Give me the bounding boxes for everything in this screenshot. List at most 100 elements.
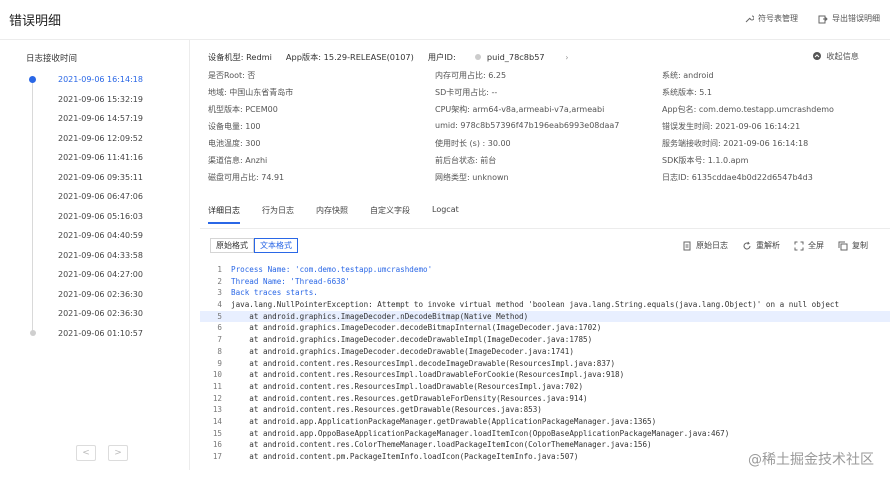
fullscreen-button[interactable]: 全屏 [794,240,824,251]
user-arrow-icon[interactable]: › [565,52,568,62]
timeline-item[interactable]: 2021-09-06 02:36:30 [10,304,190,324]
copy-icon [838,241,848,250]
timeline-item[interactable]: 2021-09-06 04:33:58 [10,246,190,266]
prev-page-button[interactable]: < [76,445,96,461]
tab-detail-log[interactable]: 详细日志 [208,205,240,224]
line-number: 6 [217,323,222,333]
code-line: 7 at android.graphics.ImageDecoder.decod… [200,334,890,346]
timeline-item-label: 2021-09-06 04:27:00 [58,270,143,280]
tab-behavior-log[interactable]: 行为日志 [262,205,294,224]
text-format-button[interactable]: 文本格式 [254,238,298,253]
timeline-item-label: 2021-09-06 04:33:58 [58,250,143,260]
raw-log-button[interactable]: 原始日志 [682,240,728,251]
info-field: 设备电量: 100 [208,122,261,131]
collapse-info-label: 收起信息 [826,51,859,61]
reparse-button[interactable]: 重解析 [742,240,780,251]
symbol-table-label: 符号表管理 [758,14,798,23]
code-line: 3 Back traces starts. [200,287,890,299]
code-line: 8 at android.graphics.ImageDecoder.decod… [200,346,890,358]
info-field: 前后台状态: 前台 [435,156,497,165]
code-text: Process Name: 'com.demo.testapp.umcrashd… [231,265,433,274]
code-toolbar: 原始日志 重解析 全屏 复制 [682,240,868,251]
code-text: Back traces starts. [231,288,318,298]
line-number: 4 [217,300,222,310]
code-text: java.lang.NullPointerException: Attempt … [231,300,840,310]
page-header: 错误明细 符号表管理 导出错误明细 [0,0,890,40]
timeline-item-label: 2021-09-06 04:40:59 [58,231,143,241]
timeline-item[interactable]: 2021-09-06 02:36:30 [10,285,190,305]
timeline-item-label: 2021-09-06 06:47:06 [58,192,143,202]
timeline-item[interactable]: 2021-09-06 01:10:57 [10,324,190,344]
timeline-item[interactable]: 2021-09-06 04:27:00 [10,265,190,285]
code-text: at android.content.res.ResourcesImpl.loa… [231,370,625,380]
timeline-item[interactable]: 2021-09-06 11:41:16 [10,148,190,168]
symbol-table-button[interactable]: 符号表管理 [744,13,798,24]
refresh-icon [743,241,751,249]
raw-format-button[interactable]: 原始格式 [210,238,254,253]
line-number: 5 [217,311,222,321]
code-text: Thread Name: 'Thread-6638' [231,276,350,286]
info-field: 地域: 中国山东省青岛市 [208,88,294,97]
line-number: 17 [212,452,222,461]
tab-memory-snapshot[interactable]: 内存快照 [316,205,348,224]
info-field: App包名: com.demo.testapp.umcrashdemo [662,105,834,114]
timeline-item[interactable]: 2021-09-06 12:09:52 [10,129,190,149]
export-icon [818,15,828,23]
info-field: umid: 978c8b57396f47b196eab6993e08daa7 [435,121,620,130]
line-number: 13 [212,405,222,415]
info-field: 错误发生时间: 2021-09-06 16:14:21 [662,122,801,131]
timeline-end-dot [29,330,36,336]
timeline-item-label: 2021-09-06 02:36:30 [58,289,143,299]
stack-trace-viewer[interactable]: 1 Process Name: 'com.demo.testapp.umcrash… [200,264,890,469]
timeline-item-label: 2021-09-06 12:09:52 [58,133,143,143]
copy-label: 复制 [852,241,868,250]
code-text: at android.content.res.ColorThemeManager… [231,440,652,450]
line-number: 9 [217,358,222,368]
line-number: 2 [217,276,222,286]
line-number: 1 [217,265,222,274]
code-text: at android.content.pm.PackageItemInfo.lo… [231,452,579,461]
timeline-item-label: 2021-09-06 15:32:19 [58,94,143,104]
line-number: 14 [212,416,222,426]
tab-logcat[interactable]: Logcat [432,205,459,224]
code-line: 6 at android.graphics.ImageDecoder.decod… [200,322,890,334]
timeline-active-dot [29,76,36,83]
timeline-item-label: 2021-09-06 14:57:19 [58,114,143,124]
info-field: 网络类型: unknown [435,173,509,182]
timeline-item[interactable]: 2021-09-06 16:14:18 [10,70,190,90]
fullscreen-icon [794,241,804,250]
tab-custom-fields[interactable]: 自定义字段 [370,205,410,224]
user-id-value[interactable]: puid_78c8b57 [487,52,545,62]
line-number: 10 [212,370,222,380]
timeline-item[interactable]: 2021-09-06 06:47:06 [10,187,190,207]
code-text: at android.content.res.Resources.getDraw… [231,405,542,415]
header-actions: 符号表管理 导出错误明细 [744,13,880,24]
info-summary: 设备机型: Redmi App版本: 15.29-RELEASE(0107) 用… [208,48,873,66]
info-field: 使用时长 (s) : 30.00 [435,139,511,148]
code-text: at android.graphics.ImageDecoder.decodeD… [231,346,574,356]
export-detail-button[interactable]: 导出错误明细 [818,13,880,24]
line-number: 7 [217,335,222,345]
copy-button[interactable]: 复制 [838,240,868,251]
info-field: 系统: android [662,71,714,80]
timeline-item[interactable]: 2021-09-06 09:35:11 [10,168,190,188]
timeline-item[interactable]: 2021-09-06 14:57:19 [10,109,190,129]
timeline-item[interactable]: 2021-09-06 15:32:19 [10,90,190,110]
code-text: at android.graphics.ImageDecoder.decodeB… [231,323,602,333]
timeline-item[interactable]: 2021-09-06 05:16:03 [10,207,190,227]
code-text: at android.graphics.ImageDecoder.nDecode… [231,311,529,321]
raw-log-label: 原始日志 [696,241,728,250]
line-number: 15 [212,428,222,438]
collapse-info-button[interactable]: 收起信息 [812,50,873,62]
next-page-button[interactable]: > [108,445,128,461]
sidebar-title: 日志接收时间 [26,54,78,64]
timeline: 2021-09-06 16:14:18 2021-09-06 15:32:19 … [10,70,190,343]
info-field: 系统版本: 5.1 [662,88,712,97]
line-number: 3 [217,288,222,298]
code-line: 11 at android.content.res.ResourcesImpl.… [200,381,890,393]
timeline-item[interactable]: 2021-09-06 04:40:59 [10,226,190,246]
code-text: at android.content.res.Resources.getDraw… [231,393,588,403]
sidebar-pager: < > [76,445,128,461]
line-number: 8 [217,346,222,356]
code-text: at android.content.res.ResourcesImpl.dec… [231,358,616,368]
